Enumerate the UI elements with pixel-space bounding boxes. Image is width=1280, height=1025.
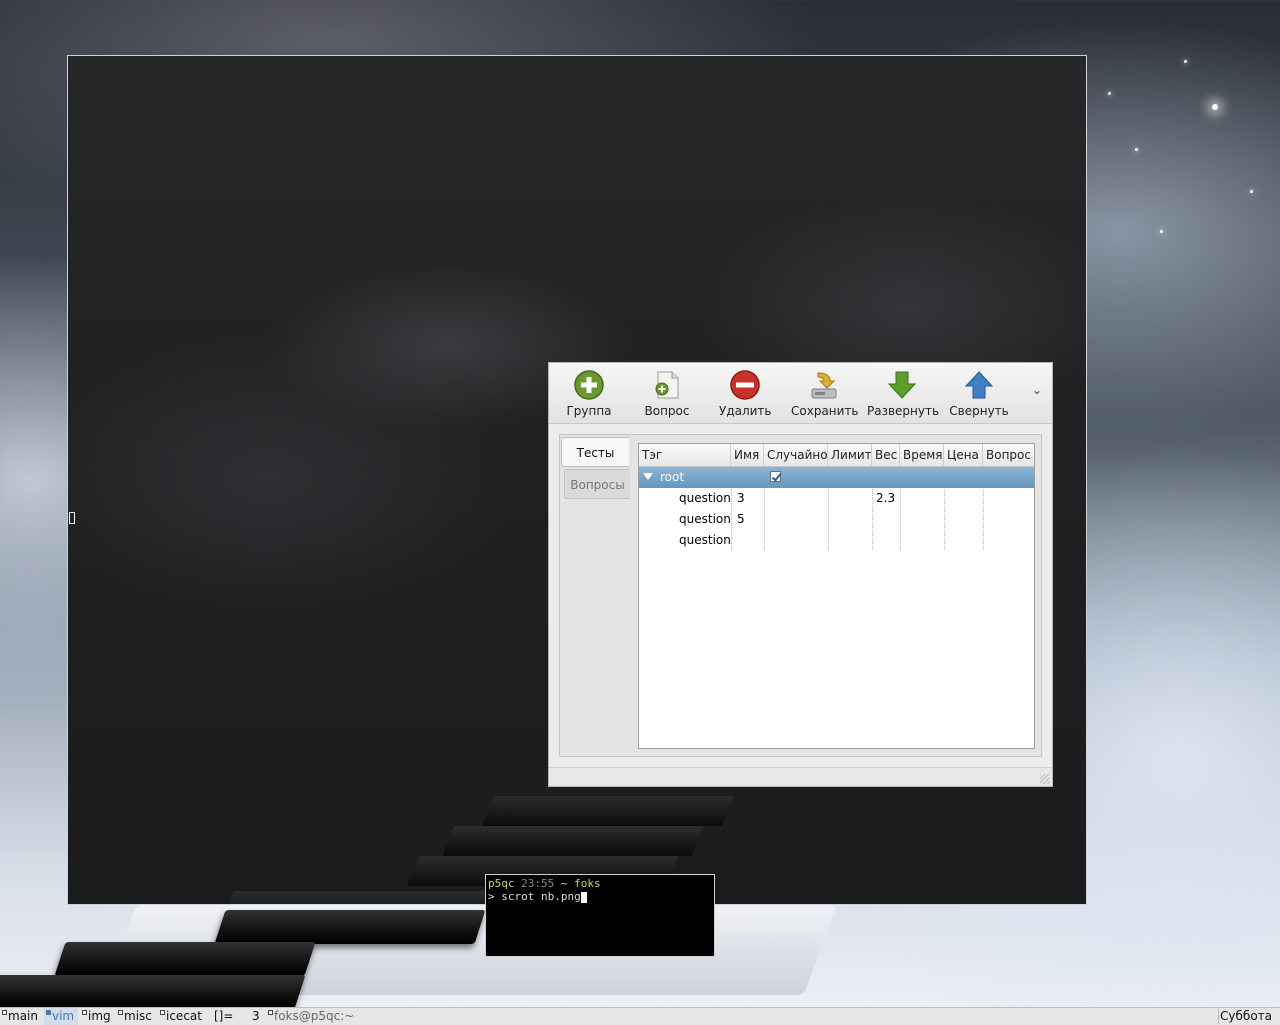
terminal-path: ~ [560,877,568,890]
tree-cell-name: 5 [737,512,745,526]
arrow-up-icon [964,371,994,399]
test-editor-window: Группа Вопрос Удалить Сохранить Разверну… [548,362,1053,787]
piano-key [441,826,705,856]
resize-grip-icon[interactable] [1040,774,1050,784]
add-group-label: Группа [566,404,612,418]
star [1160,230,1163,233]
clock: Суббота [1220,1009,1272,1023]
column-header-question[interactable]: Вопрос [983,444,1034,466]
add-question-button[interactable]: Вопрос [641,367,693,421]
delete-label: Удалить [719,404,772,418]
toolbar: Группа Вопрос Удалить Сохранить Разверну… [549,363,1052,424]
terminal-time: 23:55 [521,877,555,890]
workspace-icecat[interactable]: icecat [158,1008,210,1025]
terminal-prompt-symbol: > [488,890,502,903]
tests-tree-view[interactable]: Тэг Имя Случайно Лимит Вес Время Цена Во… [638,443,1035,749]
remove-circle-icon [730,370,760,400]
status-bar [549,767,1052,786]
column-header-tag[interactable]: Тэг [639,444,731,466]
save-label: Сохранить [791,404,859,418]
column-header-name[interactable]: Имя [731,444,764,466]
terminal-user: foks [574,877,601,890]
column-header-limit[interactable]: Лимит [828,444,872,466]
workspace-main[interactable]: main [0,1008,42,1025]
workspace-vim[interactable]: vim [44,1008,78,1025]
tree-header: Тэг Имя Случайно Лимит Вес Время Цена Во… [639,444,1034,467]
star [1212,104,1218,110]
plus-circle-icon [574,370,604,400]
active-window-title[interactable]: foks@p5qc:~ [266,1008,386,1025]
tree-cell-tag: question [679,491,731,505]
tree-cell-weight: 2.3 [876,491,896,505]
window-count: 3 [252,1009,260,1023]
tab-tests[interactable]: Тесты [561,437,629,467]
terminal-command-line: > scrot nb.png [488,890,712,903]
expand-button[interactable]: Развернуть [867,367,940,421]
delete-button[interactable]: Удалить [719,367,772,421]
add-group-button[interactable]: Группа [563,367,615,421]
save-button[interactable]: Сохранить [791,367,859,421]
terminal-cursor [580,891,587,903]
text-cursor-icon [69,512,75,524]
tree-cell-tag: question [679,533,731,547]
tree-cell-name: 3 [737,491,745,505]
arrow-down-icon [887,371,917,399]
tree-row-question[interactable]: question 3 2.3 [639,488,1034,509]
toolbar-more-button[interactable]: ⌄ [1032,383,1044,397]
collapse-label: Свернуть [949,404,1009,418]
workspace-misc[interactable]: misc [116,1008,156,1025]
content-frame: Тесты Вопросы Тэг Имя Случайно Лимит Вес… [559,434,1042,757]
expand-label: Развернуть [867,404,940,418]
terminal-prompt-line: p5qc 23:55 ~ foks [488,877,712,890]
tree-row-question[interactable]: question 5 [639,509,1034,530]
workspace-img[interactable]: img [80,1008,114,1025]
collapse-button[interactable]: Свернуть [949,367,1009,421]
random-checkbox[interactable] [770,471,781,482]
tree-row-question[interactable]: question [639,530,1034,551]
save-drive-icon [811,372,837,399]
star [1184,60,1187,63]
terminal-window[interactable]: p5qc 23:55 ~ foks > scrot nb.png [485,874,715,957]
column-header-random[interactable]: Случайно [764,444,828,466]
terminal-host: p5qc [488,877,515,890]
expand-arrow-icon[interactable] [643,473,653,480]
star [1135,148,1138,151]
column-header-time[interactable]: Время [900,444,944,466]
star [1108,92,1111,95]
tree-cell-tag: root [660,470,685,484]
column-header-price[interactable]: Цена [944,444,983,466]
piano-key [481,796,735,826]
new-document-icon [655,371,679,399]
add-question-label: Вопрос [644,404,690,418]
tree-cell-tag: question [679,512,731,526]
tree-row-root[interactable]: root [639,467,1034,488]
column-header-weight[interactable]: Вес [872,444,900,466]
terminal-command: scrot nb.png [501,890,581,903]
bottom-panel: main vim img misc icecat []= 3 foks@p5qc… [0,1007,1280,1025]
layout-indicator[interactable]: []= [206,1008,238,1025]
tab-questions[interactable]: Вопросы [564,469,630,499]
wallpaper-signature [290,188,299,213]
star [1250,190,1253,193]
